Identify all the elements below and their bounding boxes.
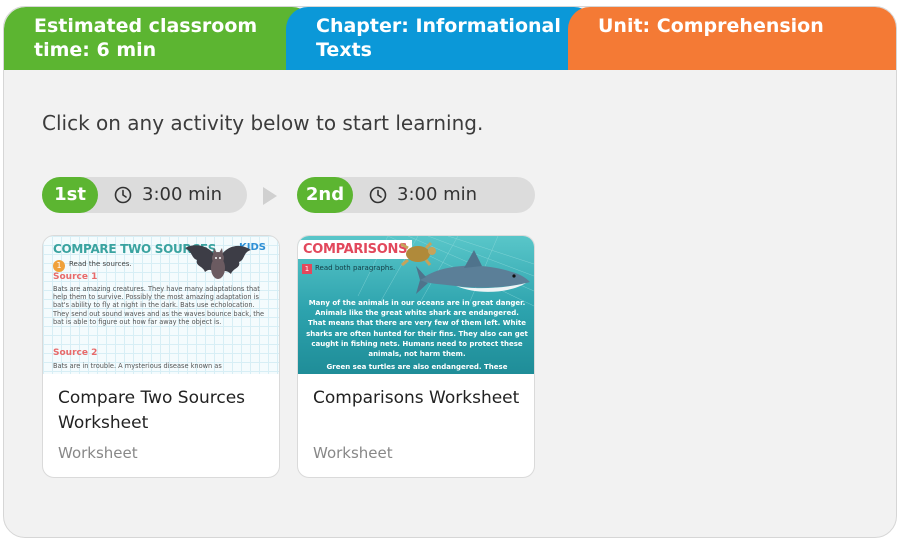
card-type: Worksheet (58, 444, 138, 462)
card-title[interactable]: Comparisons Worksheet (313, 386, 523, 411)
clock-icon (369, 186, 387, 204)
chapter-tab[interactable]: Chapter: Informational Texts (286, 7, 596, 70)
card-type: Worksheet (313, 444, 393, 462)
clock-icon (114, 186, 132, 204)
shark-illustration (416, 250, 530, 294)
source-1-text: Bats are amazing creatures. They have ma… (53, 285, 265, 326)
activity-card-compare-two-sources[interactable]: COMPARE TWO SOURCES KIDS 1 Read the sour… (42, 235, 280, 478)
header-tabs: Estimated classroom time: 6 min Chapter:… (4, 7, 896, 70)
classroom-time-label: Estimated classroom time: 6 min (34, 15, 258, 61)
source-2-text: Bats are in trouble. A mysterious diseas… (53, 362, 222, 370)
arrow-right-icon (263, 187, 277, 205)
step-2-pill: 2nd 3:00 min (297, 177, 535, 213)
thumb-instruction: Read the sources. (69, 260, 132, 268)
worksheet-thumbnail[interactable]: COMPARISONS 1 Read both paragraphs. Many… (298, 236, 534, 374)
step-2-time: 3:00 min (397, 184, 478, 205)
thumb-paragraph: Many of the animals in our oceans are in… (306, 299, 528, 359)
source-2-label: Source 2 (53, 348, 98, 358)
unit-tab[interactable]: Unit: Comprehension (568, 7, 896, 70)
card-title[interactable]: Compare Two Sources Worksheet (58, 386, 268, 436)
thumb-heading: COMPARISONS (298, 240, 413, 259)
step-1-time: 3:00 min (142, 184, 223, 205)
instruction-text: Click on any activity below to start lea… (42, 111, 484, 135)
step-number: 1 (53, 260, 65, 272)
step-number: 1 (302, 264, 312, 274)
activity-panel: Estimated classroom time: 6 min Chapter:… (3, 6, 897, 538)
unit-label: Unit: Comprehension (598, 15, 824, 37)
worksheet-thumbnail[interactable]: COMPARE TWO SOURCES KIDS 1 Read the sour… (43, 236, 279, 374)
thumb-instruction: Read both paragraphs. (315, 264, 396, 272)
step-1-pill: 1st 3:00 min (42, 177, 247, 213)
thumb-paragraph-2: Green sea turtles are also endangered. T… (326, 363, 508, 371)
classroom-time-tab: Estimated classroom time: 6 min (4, 7, 314, 70)
chapter-label: Chapter: Informational Texts (316, 15, 561, 61)
step-1-badge: 1st (42, 177, 98, 213)
activity-card-comparisons[interactable]: COMPARISONS 1 Read both paragraphs. Many… (297, 235, 535, 478)
source-1-label: Source 1 (53, 272, 98, 282)
step-2-badge: 2nd (297, 177, 353, 213)
